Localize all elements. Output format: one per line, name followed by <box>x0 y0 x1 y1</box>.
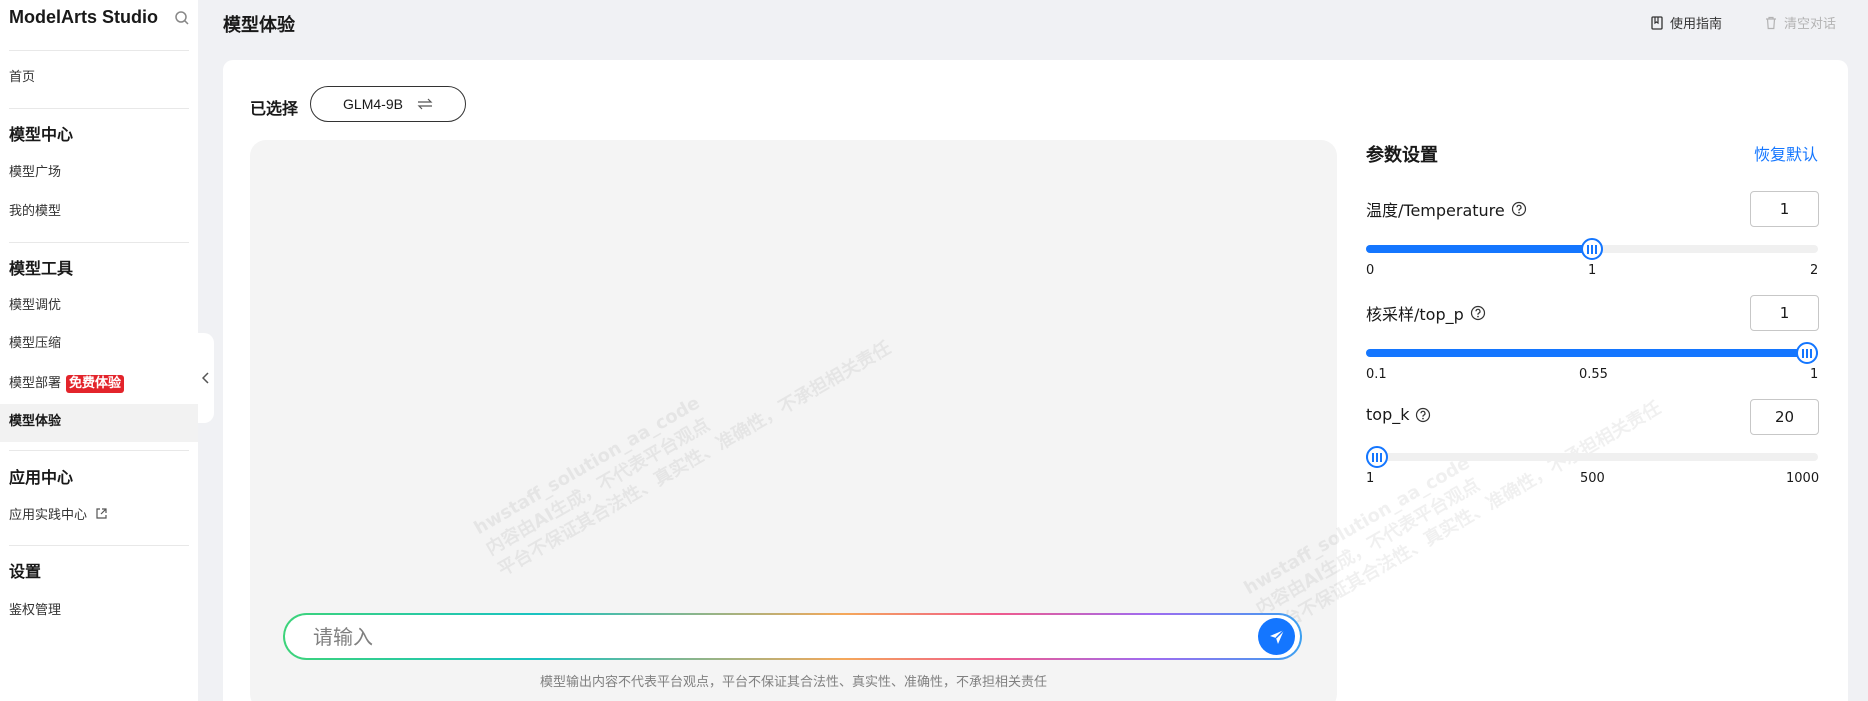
top-k-slider[interactable] <box>1366 446 1818 468</box>
page-title: 模型体验 <box>223 15 295 36</box>
trash-icon <box>1766 16 1776 29</box>
slider-handle[interactable] <box>1796 342 1818 364</box>
sidebar-group-model-center: 模型中心 <box>9 125 74 144</box>
divider <box>9 108 189 109</box>
top-k-tick-min: 1 <box>1366 471 1375 486</box>
sidebar-item-my-models[interactable]: 我的模型 <box>9 202 61 222</box>
free-trial-badge: 免费体验 <box>66 375 125 393</box>
temperature-label: 温度/Temperature <box>1366 197 1527 221</box>
sidebar-group-settings: 设置 <box>9 562 42 581</box>
sidebar-item-model-tuning[interactable]: 模型调优 <box>9 296 61 316</box>
temperature-slider[interactable] <box>1366 238 1818 260</box>
guide-button[interactable]: 使用指南 <box>1650 13 1722 32</box>
divider <box>9 450 189 451</box>
temperature-tick-mid: 1 <box>1588 263 1597 278</box>
help-icon[interactable] <box>1415 407 1431 423</box>
sidebar-item-model-square[interactable]: 模型广场 <box>9 163 61 183</box>
top-k-label-text: top_k <box>1366 405 1410 424</box>
sidebar-item-label: 模型部署 <box>9 376 62 391</box>
clear-conversation-button[interactable]: 清空对话 <box>1764 13 1836 32</box>
top-p-label: 核采样/top_p <box>1366 301 1486 325</box>
top-k-label: top_k <box>1366 405 1431 424</box>
search-icon[interactable] <box>174 10 190 26</box>
chat-input-inner <box>285 615 1300 658</box>
help-icon[interactable] <box>1511 201 1527 217</box>
send-icon <box>1269 629 1284 644</box>
send-button[interactable] <box>1258 618 1295 655</box>
model-name: GLM4-9B <box>343 96 403 112</box>
top-p-tick-min: 0.1 <box>1366 367 1387 382</box>
selected-label: 已选择 <box>250 99 299 118</box>
top-p-label-text: 核采样/top_p <box>1366 305 1464 324</box>
temperature-label-text: 温度/Temperature <box>1366 201 1505 220</box>
top-k-input[interactable]: 20 <box>1750 399 1819 435</box>
guide-label: 使用指南 <box>1670 17 1723 32</box>
clear-label: 清空对话 <box>1784 17 1837 32</box>
top-k-tick-mid: 500 <box>1580 471 1605 486</box>
sidebar-collapse-button[interactable] <box>198 333 214 423</box>
params-title: 参数设置 <box>1366 145 1438 166</box>
sidebar-item-home[interactable]: 首页 <box>9 68 35 88</box>
chat-input-container <box>283 613 1302 660</box>
model-selector[interactable]: GLM4-9B <box>310 86 466 122</box>
divider <box>9 242 189 243</box>
sidebar-group-model-tools: 模型工具 <box>9 259 74 278</box>
temperature-tick-max: 2 <box>1810 263 1819 278</box>
disclaimer-text: 模型输出内容不代表平台观点，平台不保证其合法性、真实性、准确性，不承担相关责任 <box>539 675 1047 690</box>
brand-title: ModelArts Studio <box>9 7 158 27</box>
swap-icon <box>417 98 433 110</box>
sidebar-group-app-center: 应用中心 <box>9 468 74 487</box>
top-k-tick-max: 1000 <box>1786 471 1820 486</box>
divider <box>9 50 189 51</box>
top-p-tick-max: 1 <box>1810 367 1819 382</box>
temperature-tick-min: 0 <box>1366 263 1375 278</box>
sidebar-item-label: 应用实践中心 <box>9 508 88 523</box>
top-p-input[interactable]: 1 <box>1750 295 1819 331</box>
sidebar-item-model-deploy[interactable]: 模型部署 免费体验 <box>9 374 125 394</box>
chat-input[interactable] <box>313 615 1213 658</box>
sidebar-item-auth-management[interactable]: 鉴权管理 <box>9 601 61 621</box>
slider-fill <box>1366 245 1592 253</box>
top-p-tick-mid: 0.55 <box>1579 367 1608 382</box>
restore-default-link[interactable]: 恢复默认 <box>1754 141 1818 165</box>
chevron-left-icon <box>202 372 209 384</box>
help-icon[interactable] <box>1470 305 1486 321</box>
external-link-icon <box>96 508 107 519</box>
slider-fill <box>1366 349 1818 357</box>
divider <box>9 545 189 546</box>
sidebar-item-model-compress[interactable]: 模型压缩 <box>9 334 61 354</box>
book-icon <box>1651 15 1663 30</box>
temperature-input[interactable]: 1 <box>1750 191 1819 227</box>
slider-handle[interactable] <box>1581 238 1603 260</box>
sidebar-item-model-experience[interactable]: 模型体验 <box>9 412 61 432</box>
top-p-slider[interactable] <box>1366 342 1818 364</box>
sidebar-item-app-practice[interactable]: 应用实践中心 <box>9 506 108 526</box>
slider-handle[interactable] <box>1366 446 1388 468</box>
sidebar: ModelArts Studio 首页 模型中心 模型广场 我的模型 模型工具 … <box>0 0 198 701</box>
